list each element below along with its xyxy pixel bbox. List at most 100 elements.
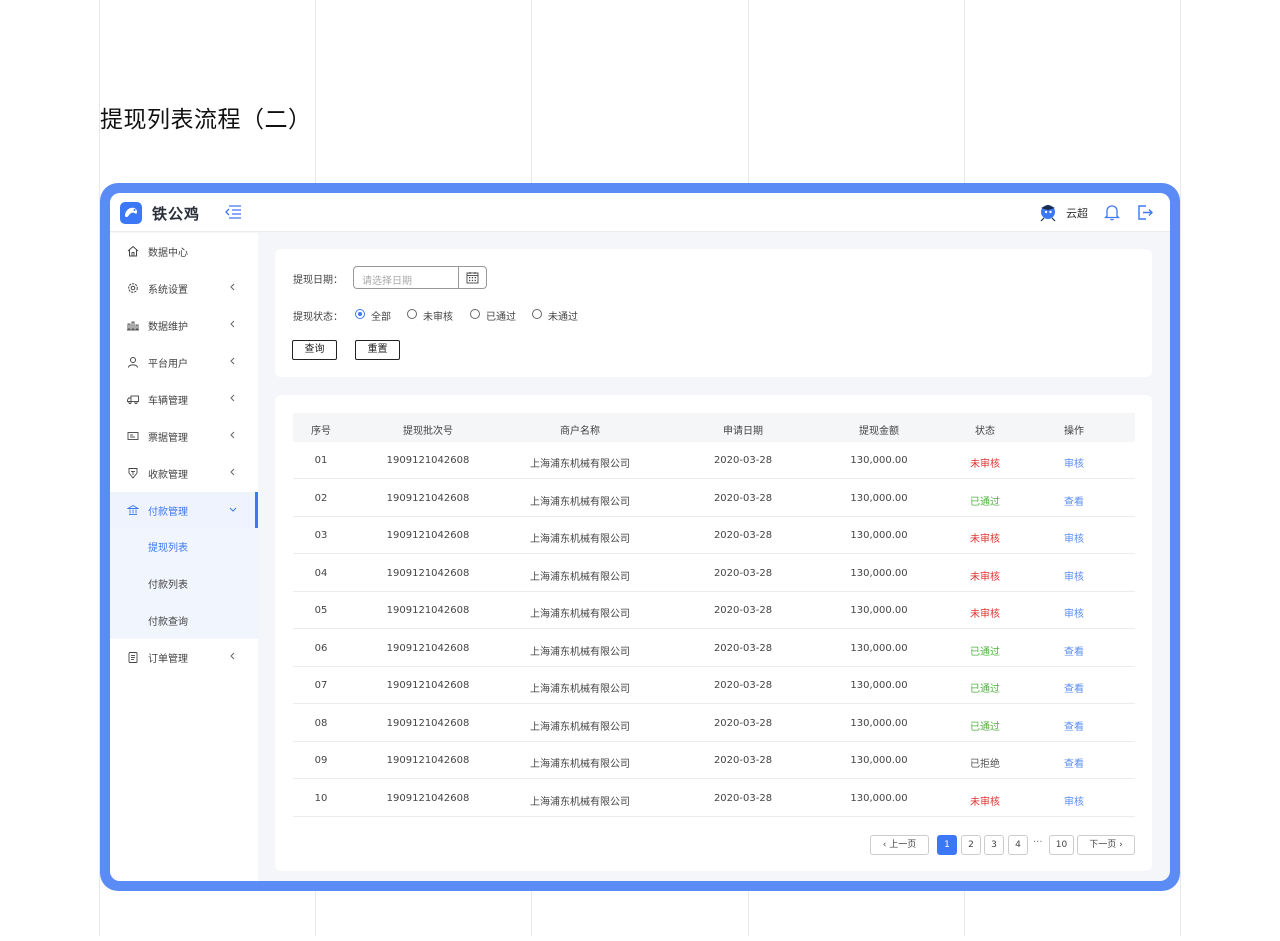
- table-cell-amount: 130,000.00: [850, 717, 908, 729]
- chevron-left-icon: [230, 357, 235, 365]
- submenu-item-withdraw-list[interactable]: 提现列表: [148, 539, 188, 554]
- view-link[interactable]: 查看: [1049, 493, 1099, 508]
- table-cell-date: 2020-03-28: [713, 605, 773, 616]
- pagination-page-3[interactable]: 3: [984, 835, 1004, 855]
- review-link[interactable]: 审核: [1049, 455, 1099, 470]
- submenu-item-payment-list[interactable]: 付款列表: [148, 576, 188, 591]
- sidebar-item-ticket-management[interactable]: 票据管理: [110, 418, 258, 455]
- status-badge: 未审核: [970, 459, 1000, 470]
- review-link[interactable]: 审核: [1049, 793, 1099, 808]
- user-name[interactable]: 云超: [1066, 205, 1088, 221]
- sidebar-item-system-settings[interactable]: 系统设置: [110, 270, 258, 307]
- radio-label: 未审核: [423, 312, 453, 323]
- brand-name: 铁公鸡: [152, 205, 201, 223]
- table-cell-no: 09: [314, 755, 328, 766]
- sidebar-item-label: 收款管理: [148, 470, 188, 481]
- pagination-page-2[interactable]: 2: [961, 835, 981, 855]
- chevron-left-icon: [230, 320, 235, 328]
- prev-label: 上一页: [889, 840, 917, 850]
- table-row: 01 1909121042608 上海浦东机械有限公司 2020-03-28 130,0…: [293, 442, 1135, 479]
- reset-button[interactable]: 重置: [355, 340, 400, 360]
- table-cell-no: 10: [314, 792, 328, 804]
- bars-icon: [127, 321, 139, 331]
- calendar-icon: [466, 272, 479, 284]
- logout-icon[interactable]: [1136, 204, 1154, 221]
- table-cell-date: 2020-03-28: [713, 680, 773, 691]
- table-panel: 序号 提现批次号 商户名称 申请日期 提现金额 状态 操作 01 19091210…: [275, 395, 1152, 871]
- table-cell-no: 03: [314, 530, 328, 541]
- chevron-left-icon: [230, 431, 235, 439]
- status-badge: 未审核: [970, 534, 1000, 545]
- status-badge: 未审核: [970, 796, 1000, 808]
- submenu-item-payment-query[interactable]: 付款查询: [148, 613, 188, 628]
- table-cell-no: 02: [314, 492, 328, 504]
- column-header: 状态: [975, 426, 995, 437]
- view-link[interactable]: 查看: [1049, 680, 1099, 695]
- table-cell-amount: 130,000.00: [850, 792, 908, 804]
- view-link[interactable]: 查看: [1049, 643, 1099, 658]
- user-icon: [128, 357, 138, 368]
- avatar[interactable]: [1038, 202, 1058, 222]
- query-button[interactable]: 查询: [292, 340, 337, 360]
- radio-label: 全部: [371, 312, 391, 323]
- table-cell-merchant: 上海浦东机械有限公司: [530, 721, 630, 733]
- table-cell-amount: 130,000.00: [850, 530, 908, 541]
- sidebar-item-data-center[interactable]: 数据中心: [110, 233, 258, 270]
- pagination-page-1[interactable]: 1: [937, 835, 957, 855]
- truck-icon: [127, 395, 139, 405]
- table-cell-date: 2020-03-28: [713, 455, 773, 466]
- radio-label: 未通过: [548, 312, 578, 323]
- table-cell-merchant: 上海浦东机械有限公司: [530, 571, 630, 583]
- sidebar-item-collection-management[interactable]: 收款管理: [110, 455, 258, 492]
- sidebar-item-order-management[interactable]: 订单管理: [110, 639, 258, 676]
- sidebar-item-payment-management[interactable]: 付款管理: [110, 492, 258, 529]
- table-row: 02 1909121042608 上海浦东机械有限公司 2020-03-28 130,0…: [293, 480, 1135, 517]
- bell-icon[interactable]: [1104, 204, 1120, 221]
- chevron-right-icon: ›: [1116, 840, 1123, 850]
- radio-label: 已通过: [486, 312, 516, 323]
- sidebar-item-label: 数据维护: [148, 322, 188, 333]
- view-link[interactable]: 查看: [1049, 755, 1099, 770]
- table-cell-date: 2020-03-28: [713, 642, 773, 654]
- calendar-button[interactable]: [458, 267, 486, 288]
- table-cell-merchant: 上海浦东机械有限公司: [530, 646, 630, 658]
- table-cell-amount: 130,000.00: [850, 680, 908, 691]
- page-title: 提现列表流程（二）: [100, 107, 312, 133]
- pagination-ellipsis: ···: [1033, 837, 1043, 848]
- filter-panel: 提现日期： 请选择日期 提现状态： 全部 未审核 已通过 未通过 查询 重置: [275, 249, 1152, 377]
- sidebar-item-platform-users[interactable]: 平台用户: [110, 344, 258, 381]
- pagination-next-button[interactable]: 下一页 ›: [1077, 835, 1135, 855]
- table-row: 04 1909121042608 上海浦东机械有限公司 2020-03-28 130,0…: [293, 555, 1135, 592]
- chevron-left-icon: [230, 652, 235, 660]
- table-cell-merchant: 上海浦东机械有限公司: [530, 684, 630, 695]
- status-badge: 已通过: [970, 721, 1000, 733]
- menu-collapse-icon[interactable]: [224, 204, 242, 220]
- home-icon: [127, 245, 139, 257]
- sidebar-item-label: 付款管理: [148, 507, 188, 518]
- gear-icon: [128, 283, 138, 293]
- date-picker-input[interactable]: 请选择日期: [353, 266, 487, 289]
- pagination-page-10[interactable]: 10: [1049, 835, 1074, 855]
- view-link[interactable]: 查看: [1049, 718, 1099, 733]
- table-row: 05 1909121042608 上海浦东机械有限公司 2020-03-28 130,0…: [293, 592, 1135, 629]
- table-cell-date: 2020-03-28: [713, 755, 773, 766]
- review-link[interactable]: 审核: [1049, 568, 1099, 583]
- table-cell-merchant: 上海浦东机械有限公司: [530, 459, 630, 470]
- sidebar-item-label: 平台用户: [148, 359, 188, 370]
- review-link[interactable]: 审核: [1049, 530, 1099, 545]
- sidebar-item-data-maintenance[interactable]: 数据维护: [110, 307, 258, 344]
- table-row: 10 1909121042608 上海浦东机械有限公司 2020-03-28 130,0…: [293, 780, 1135, 817]
- ticket-icon: [127, 432, 139, 440]
- sidebar-item-vehicle-management[interactable]: 车辆管理: [110, 381, 258, 418]
- top-bar: 铁公鸡 云超: [110, 193, 1170, 232]
- review-link[interactable]: 审核: [1049, 605, 1099, 620]
- radio-dot: [407, 309, 417, 319]
- table-cell-batch: 1909121042608: [386, 755, 470, 766]
- table-cell-amount: 130,000.00: [850, 605, 908, 616]
- table-cell-no: 08: [314, 717, 328, 729]
- pagination-page-4[interactable]: 4: [1008, 835, 1028, 855]
- receive-icon: [128, 468, 138, 479]
- table-row: 09 1909121042608 上海浦东机械有限公司 2020-03-28 130,0…: [293, 742, 1135, 779]
- table-cell-merchant: 上海浦东机械有限公司: [530, 796, 630, 808]
- pagination-prev-button[interactable]: ‹ 上一页: [870, 835, 929, 855]
